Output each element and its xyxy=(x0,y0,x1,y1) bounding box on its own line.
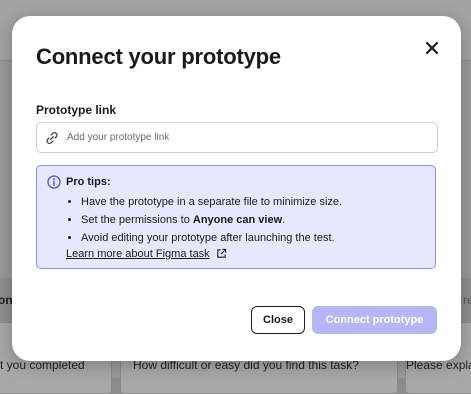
background-heading-fragment: on xyxy=(0,293,13,307)
connect-prototype-dialog: Connect your prototype Prototype link Pr… xyxy=(12,16,461,361)
permission-emphasis: Anyone can view xyxy=(192,214,283,226)
connect-prototype-button[interactable]: Connect prototype xyxy=(312,306,437,334)
link-icon xyxy=(45,130,61,146)
external-link-icon xyxy=(216,248,228,260)
pro-tips-list: Have the prototype in a separate file to… xyxy=(66,193,342,247)
background-text-fragment: re xyxy=(463,293,471,307)
pro-tip-item: Have the prototype in a separate file to… xyxy=(81,193,342,211)
info-icon xyxy=(47,175,61,189)
dialog-title: Connect your prototype xyxy=(36,44,281,69)
prototype-link-field[interactable] xyxy=(36,122,438,153)
pro-tip-item: Set the permissions to Anyone can view. xyxy=(81,211,342,229)
pro-tips-box: Pro tips: Have the prototype in a separa… xyxy=(36,165,436,269)
close-button[interactable]: Close xyxy=(251,306,305,334)
close-icon[interactable] xyxy=(422,38,442,58)
prototype-link-input[interactable] xyxy=(67,132,437,143)
learn-more-link[interactable]: Learn more about Figma task xyxy=(66,248,228,260)
pro-tips-title: Pro tips: xyxy=(66,176,111,188)
pro-tip-item: Avoid editing your prototype after launc… xyxy=(81,229,342,247)
prototype-link-label: Prototype link xyxy=(36,103,117,117)
learn-more-link-label: Learn more about Figma task xyxy=(66,248,210,260)
